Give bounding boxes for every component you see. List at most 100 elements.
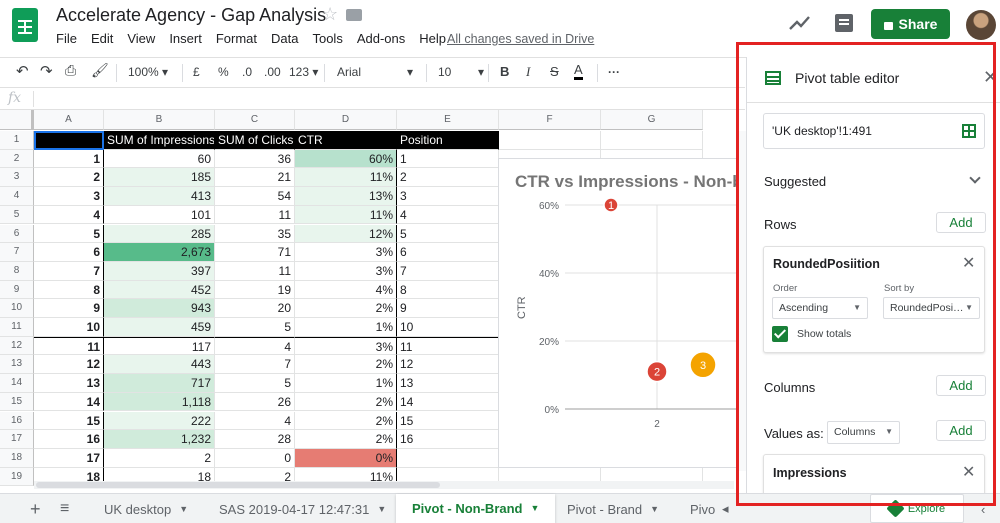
grid-cell[interactable]: 222 bbox=[104, 411, 215, 431]
row-header[interactable]: 16 bbox=[0, 411, 34, 431]
row-header[interactable]: 15 bbox=[0, 392, 34, 412]
grid-cell[interactable]: 2,673 bbox=[104, 243, 215, 262]
grid-cell[interactable]: 2% bbox=[295, 430, 397, 449]
explore-button[interactable]: Explore bbox=[870, 494, 964, 523]
grid-cell[interactable] bbox=[499, 131, 601, 150]
menu-format[interactable]: Format bbox=[216, 31, 257, 46]
row-header[interactable]: 2 bbox=[0, 149, 34, 169]
select-all-corner[interactable] bbox=[0, 110, 34, 130]
more-formats-select[interactable]: 123 ▾ bbox=[289, 65, 318, 79]
column-header-c[interactable]: C bbox=[215, 110, 295, 130]
increase-decimal-button[interactable]: .00 bbox=[264, 65, 281, 79]
column-header-b[interactable]: B bbox=[104, 110, 215, 130]
grid-cell[interactable]: 101 bbox=[104, 205, 215, 225]
grid-cell[interactable]: 1% bbox=[295, 374, 397, 393]
more-toolbar-button[interactable]: ··· bbox=[608, 65, 620, 79]
share-button[interactable]: Share bbox=[871, 9, 950, 39]
grid-cell[interactable]: 19 bbox=[215, 280, 295, 300]
grid-cell[interactable]: 35 bbox=[215, 224, 295, 244]
grid-cell[interactable]: 2% bbox=[295, 355, 397, 375]
collapse-panel-icon[interactable]: ‹ bbox=[975, 494, 991, 523]
activity-trend-icon[interactable] bbox=[789, 14, 811, 32]
paint-format-icon[interactable]: 🖌 bbox=[91, 62, 109, 79]
undo-icon[interactable]: ↶ bbox=[16, 62, 29, 80]
scatter-chart[interactable]: CTR vs Impressions - Non-b CTR 60% 40% 20%… bbox=[498, 158, 748, 468]
pivot-header-cell[interactable]: SUM of Clicks bbox=[215, 131, 295, 150]
row-header[interactable]: 8 bbox=[0, 261, 34, 281]
row-header[interactable]: 3 bbox=[0, 168, 34, 188]
text-color-button[interactable]: A bbox=[574, 63, 583, 80]
grid-cell[interactable]: 1,118 bbox=[104, 392, 215, 412]
horizontal-scrollbar[interactable] bbox=[34, 481, 734, 489]
close-icon[interactable]: ✕ bbox=[983, 67, 998, 88]
menu-file[interactable]: File bbox=[56, 31, 77, 46]
grid-cell[interactable]: 13 bbox=[397, 374, 499, 393]
grid-cell[interactable]: 4 bbox=[34, 205, 104, 225]
grid-cell[interactable]: 26 bbox=[215, 392, 295, 412]
grid-cell[interactable]: 60% bbox=[295, 149, 397, 169]
column-header-e[interactable]: E bbox=[397, 110, 499, 130]
font-family-select[interactable]: Arial ▾ bbox=[337, 65, 419, 79]
folder-icon[interactable] bbox=[346, 9, 362, 21]
menu-addons[interactable]: Add-ons bbox=[357, 31, 405, 46]
values-as-select[interactable]: Columns ▼ bbox=[827, 421, 900, 444]
row-header[interactable]: 6 bbox=[0, 224, 34, 244]
row-header[interactable]: 13 bbox=[0, 355, 34, 375]
menu-help[interactable]: Help bbox=[419, 31, 446, 46]
grid-cell[interactable]: 3 bbox=[397, 187, 499, 206]
grid-cell[interactable]: 397 bbox=[104, 261, 215, 281]
column-header-f[interactable]: F bbox=[499, 110, 601, 130]
grid-cell[interactable]: 12 bbox=[397, 355, 499, 375]
column-header-d[interactable]: D bbox=[295, 110, 397, 130]
grid-cell[interactable] bbox=[397, 448, 499, 468]
menu-edit[interactable]: Edit bbox=[91, 31, 113, 46]
sheets-logo-icon[interactable] bbox=[12, 8, 38, 42]
add-row-button[interactable]: Add bbox=[936, 212, 986, 233]
grid-cell[interactable]: 1,232 bbox=[104, 430, 215, 449]
pivot-header-cell[interactable]: SUM of Impressions bbox=[104, 131, 215, 150]
print-icon[interactable]: ⎙ bbox=[65, 62, 76, 79]
grid-cell[interactable]: 5 bbox=[397, 224, 499, 244]
grid-cell[interactable]: 11 bbox=[215, 261, 295, 281]
grid-cell[interactable]: 4 bbox=[397, 205, 499, 225]
active-cell-selection[interactable] bbox=[34, 131, 104, 150]
grid-cell[interactable]: 2% bbox=[295, 392, 397, 412]
grid-cell[interactable]: 452 bbox=[104, 280, 215, 300]
grid-cell[interactable]: 943 bbox=[104, 299, 215, 318]
all-sheets-icon[interactable]: ≡ bbox=[52, 494, 77, 523]
row-header[interactable]: 19 bbox=[0, 467, 34, 487]
scroll-tabs-left-icon[interactable]: ◂ bbox=[716, 494, 735, 523]
grid-cell[interactable]: 36 bbox=[215, 149, 295, 169]
data-range-input[interactable]: 'UK desktop'!1:491 bbox=[763, 113, 985, 149]
remove-value-field-icon[interactable]: ✕ bbox=[962, 462, 975, 482]
strikethrough-button[interactable]: S bbox=[550, 64, 559, 79]
grid-cell[interactable]: 7 bbox=[215, 355, 295, 375]
grid-cell[interactable]: 2% bbox=[295, 411, 397, 431]
grid-cell[interactable]: 4 bbox=[215, 411, 295, 431]
sheet-tab-uk-desktop[interactable]: UK desktop ▼ bbox=[88, 494, 204, 523]
grid-cell[interactable]: 11 bbox=[215, 205, 295, 225]
grid-cell[interactable]: 5 bbox=[215, 374, 295, 393]
pivot-header-cell[interactable]: Position bbox=[397, 131, 499, 150]
grid-cell[interactable]: 2% bbox=[295, 299, 397, 318]
formula-bar[interactable]: fx bbox=[0, 87, 745, 110]
grid-cell[interactable]: 28 bbox=[215, 430, 295, 449]
remove-row-field-icon[interactable]: ✕ bbox=[962, 253, 975, 273]
grid-cell[interactable]: 11 bbox=[397, 336, 499, 356]
row-header[interactable]: 18 bbox=[0, 448, 34, 468]
grid-cell[interactable]: 15 bbox=[397, 411, 499, 431]
row-header[interactable]: 12 bbox=[0, 336, 34, 356]
grid-cell[interactable]: 2 bbox=[34, 168, 104, 188]
menu-tools[interactable]: Tools bbox=[312, 31, 342, 46]
row-header[interactable]: 4 bbox=[0, 187, 34, 206]
grid-cell[interactable]: 285 bbox=[104, 224, 215, 244]
grid-cell[interactable]: 3% bbox=[295, 261, 397, 281]
grid-cell[interactable]: 16 bbox=[397, 430, 499, 449]
grid-cell[interactable]: 1 bbox=[397, 149, 499, 169]
grid-cell[interactable]: 2 bbox=[104, 448, 215, 468]
row-header[interactable]: 5 bbox=[0, 205, 34, 225]
show-totals-checkbox[interactable] bbox=[772, 326, 788, 342]
add-sheet-icon[interactable]: + bbox=[22, 494, 49, 523]
avatar[interactable] bbox=[966, 10, 996, 40]
font-size-select[interactable]: 10 ▾ bbox=[438, 65, 490, 79]
